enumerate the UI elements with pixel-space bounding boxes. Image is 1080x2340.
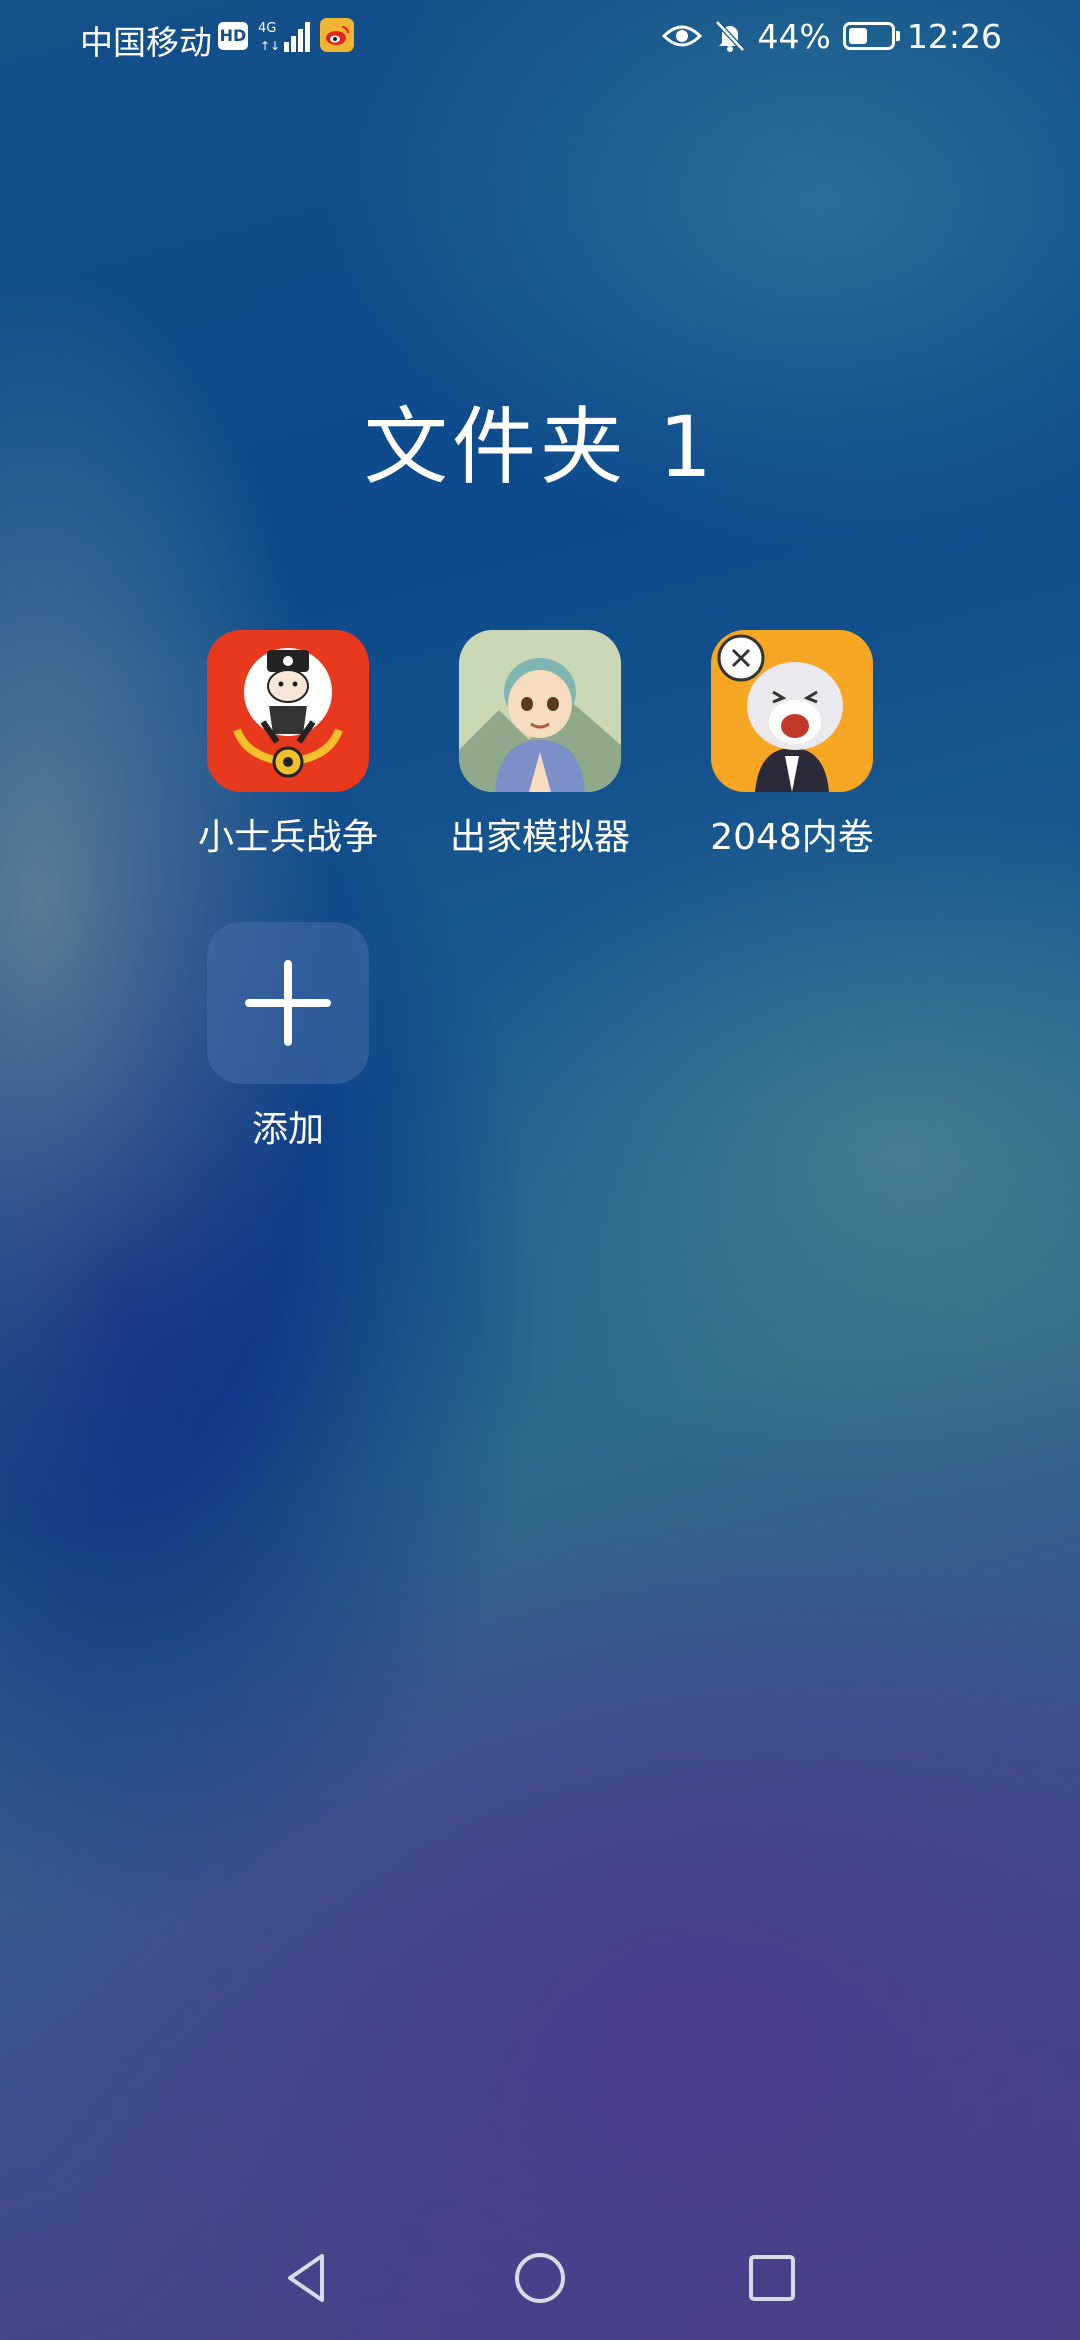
back-icon[interactable] <box>278 2248 338 2308</box>
app-monk-simulator[interactable]: 出家模拟器 <box>430 630 650 860</box>
app-label: 出家模拟器 <box>449 817 630 858</box>
battery-icon <box>842 22 900 50</box>
status-right-group: 44% 12:26 <box>650 14 1002 58</box>
home-icon[interactable] <box>510 2248 570 2308</box>
soldier-war-icon[interactable] <box>207 630 369 792</box>
add-tile[interactable] <box>207 922 369 1084</box>
monk-simulator-icon[interactable] <box>459 630 621 792</box>
folder-title[interactable]: 文件夹 1 <box>0 380 1080 501</box>
add-label: 添加 <box>251 1109 324 1150</box>
status-bar: 中国移动 HD 4G ↑↓ 44% 12:26 <box>0 0 1080 74</box>
app-2048-neijuan[interactable]: 2048内卷 <box>682 630 902 860</box>
signal-icon: 4G ↑↓ <box>258 21 310 53</box>
hamster-2048-icon[interactable] <box>711 630 873 792</box>
app-soldier-war[interactable]: 小士兵战争 <box>178 630 398 860</box>
battery-fill <box>848 28 867 44</box>
battery-cap <box>895 31 900 41</box>
bell-muted-icon <box>714 20 745 52</box>
battery-percent: 44% <box>757 16 831 56</box>
svg-text:↑↓: ↑↓ <box>260 39 280 53</box>
app-label: 2048内卷 <box>710 817 874 858</box>
clock: 12:26 <box>906 16 1002 56</box>
recent-apps-icon[interactable] <box>742 2248 802 2308</box>
plus-icon <box>245 960 331 1046</box>
app-label: 小士兵战争 <box>197 817 378 858</box>
eye-icon <box>661 25 702 47</box>
folder-screen: 中国移动 HD 4G ↑↓ 44% 12:26 文件夹 1 小士兵战争 出家模拟… <box>0 0 1080 2340</box>
carrier-label: 中国移动 <box>80 23 212 62</box>
network-type-label: 4G <box>258 21 276 36</box>
weibo-icon <box>320 18 354 52</box>
hd-icon: HD <box>218 22 248 50</box>
navigation-bar <box>0 2220 1080 2340</box>
add-app-button[interactable]: 添加 <box>178 922 398 1152</box>
